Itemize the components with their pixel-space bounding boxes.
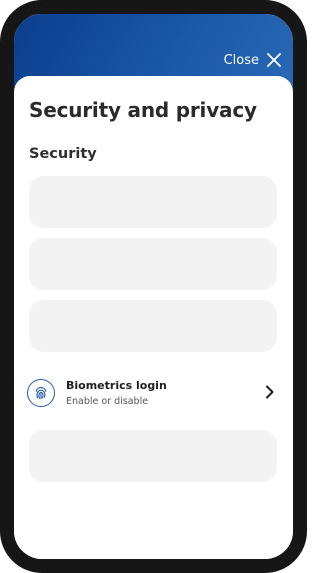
fingerprint-icon — [27, 379, 55, 407]
biometrics-subtitle: Enable or disable — [66, 395, 149, 407]
placeholder-card — [29, 300, 277, 352]
placeholder-card — [29, 238, 277, 290]
placeholder-card — [29, 176, 277, 228]
page-title: Security and privacy — [29, 98, 257, 122]
chevron-right-icon — [266, 385, 274, 399]
biometrics-title: Biometrics login — [66, 378, 167, 392]
close-icon — [267, 53, 281, 67]
biometrics-login-item[interactable]: Biometrics login Enable or disable — [27, 373, 281, 413]
biometrics-text: Biometrics login Enable or disable — [66, 379, 167, 408]
close-button[interactable]: Close — [224, 50, 281, 70]
section-title-security: Security — [29, 146, 97, 162]
security-sheet: Security and privacy Security Biometrics… — [14, 76, 293, 559]
placeholder-card — [29, 430, 277, 482]
phone-frame: Close Security and privacy Security Biom… — [0, 0, 307, 573]
close-label: Close — [223, 52, 259, 68]
